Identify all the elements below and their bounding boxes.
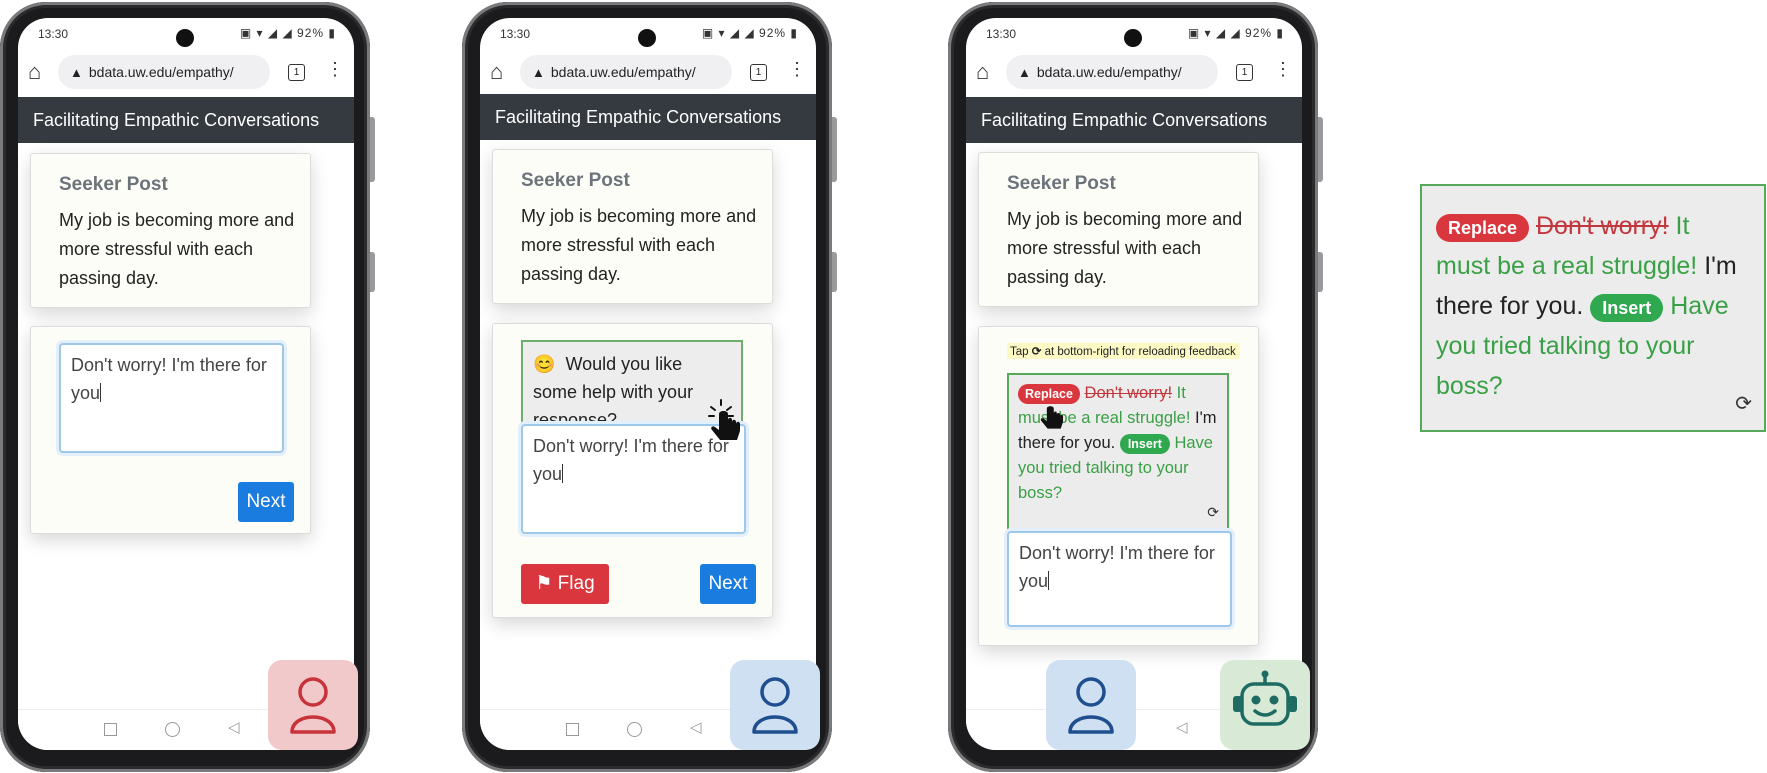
more-menu-icon[interactable]: ⋮ bbox=[1274, 59, 1292, 80]
phone-1-screen: 13:30 ▣ ▾ ◢ ◢ 92% ▮ ⌂ ▲ bdata.uw.edu/empa… bbox=[18, 18, 354, 750]
browser-url-bar: ⌂ ▲ bdata.uw.edu/empathy/ 1 ⋮ bbox=[966, 51, 1302, 95]
status-icons: ▣ ▾ ◢ ◢ 92% ▮ bbox=[701, 26, 798, 40]
status-bar: 13:30 ▣ ▾ ◢ ◢ 92% ▮ bbox=[966, 18, 1302, 52]
battery-level: 92% bbox=[1245, 26, 1273, 40]
phone-3-screen: 13:30 ▣ ▾ ◢ ◢ 92% ▮ ⌂ ▲ bdata.uw.edu/empa… bbox=[966, 18, 1302, 750]
reload-icon: ⟳ bbox=[1031, 346, 1042, 358]
phone-2: 13:30 ▣ ▾ ◢ ◢ 92% ▮ ⌂ ▲ bdata.uw.edu/empa… bbox=[462, 2, 837, 772]
address-field[interactable]: ▲ bdata.uw.edu/empathy/ bbox=[1006, 55, 1218, 89]
response-card: Don't worry! I'm there for you Next bbox=[30, 326, 311, 534]
seeker-post-card: Seeker Post My job is becoming more and … bbox=[492, 149, 773, 304]
seeker-post-card: Seeker Post My job is becoming more and … bbox=[978, 152, 1259, 307]
browser-url-bar: ⌂ ▲ bdata.uw.edu/empathy/ 1 ⋮ bbox=[480, 51, 816, 95]
phone-2-screen: 13:30 ▣ ▾ ◢ ◢ 92% ▮ ⌂ ▲ bdata.uw.edu/empa… bbox=[480, 18, 816, 750]
tab-count-button[interactable]: 1 bbox=[288, 64, 305, 81]
battery-level: 92% bbox=[297, 26, 325, 40]
person-avatar-blue bbox=[730, 660, 820, 750]
reload-feedback-icon[interactable]: ⟳ bbox=[1207, 500, 1219, 525]
seeker-post-text: My job is becoming more and more stressf… bbox=[521, 206, 757, 284]
more-menu-icon[interactable]: ⋮ bbox=[788, 59, 806, 80]
text-caret bbox=[100, 383, 102, 402]
home-nav-button[interactable] bbox=[165, 722, 180, 737]
app-header: Facilitating Empathic Conversations bbox=[966, 97, 1302, 143]
response-input[interactable]: Don't worry! I'm there for you bbox=[59, 343, 284, 453]
person-avatar-blue bbox=[1046, 660, 1136, 750]
next-button[interactable]: Next bbox=[238, 482, 294, 522]
front-camera bbox=[638, 29, 656, 47]
feedback-zoom-panel: Replace Don't worry! It must be a real s… bbox=[1420, 184, 1766, 432]
insert-button[interactable]: Insert bbox=[1119, 434, 1170, 454]
url-text: bdata.uw.edu/empathy/ bbox=[550, 64, 696, 80]
seeker-post-text: My job is becoming more and more stressf… bbox=[1007, 209, 1243, 287]
address-field[interactable]: ▲ bdata.uw.edu/empathy/ bbox=[58, 55, 270, 89]
flag-label: Flag bbox=[557, 573, 595, 594]
url-text: bdata.uw.edu/empathy/ bbox=[88, 64, 234, 80]
help-prompt-text: Would you like some help with your respo… bbox=[533, 354, 694, 430]
status-bar: 13:30 ▣ ▾ ◢ ◢ 92% ▮ bbox=[480, 18, 816, 52]
app-header: Facilitating Empathic Conversations bbox=[18, 97, 354, 143]
removed-text: Don't worry! bbox=[1536, 212, 1669, 240]
warning-icon: ▲ bbox=[70, 65, 83, 80]
response-card: Tap ⟳ at bottom-right for reloading feed… bbox=[978, 326, 1259, 646]
reload-feedback-icon[interactable]: ⟳ bbox=[1735, 384, 1752, 424]
reload-hint: Tap ⟳ at bottom-right for reloading feed… bbox=[1007, 343, 1239, 359]
url-text: bdata.uw.edu/empathy/ bbox=[1036, 64, 1182, 80]
recents-button[interactable] bbox=[566, 723, 579, 736]
flag-button[interactable]: ⚑ Flag bbox=[521, 564, 609, 604]
address-field[interactable]: ▲ bdata.uw.edu/empathy/ bbox=[520, 55, 732, 89]
smile-emoji-icon: 😊 bbox=[533, 354, 556, 374]
seeker-post-title: Seeker Post bbox=[1007, 173, 1116, 194]
battery-level: 92% bbox=[759, 26, 787, 40]
robot-icon bbox=[1233, 670, 1297, 726]
seeker-post-title: Seeker Post bbox=[59, 174, 168, 195]
phone-1: 13:30 ▣ ▾ ◢ ◢ 92% ▮ ⌂ ▲ bdata.uw.edu/empa… bbox=[0, 2, 375, 772]
removed-text: Don't worry! bbox=[1084, 384, 1173, 402]
response-card: 😊 Would you like some help with your res… bbox=[492, 323, 773, 618]
browser-url-bar: ⌂ ▲ bdata.uw.edu/empathy/ 1 ⋮ bbox=[18, 51, 354, 95]
tab-count-button[interactable]: 1 bbox=[750, 64, 767, 81]
warning-icon: ▲ bbox=[1018, 65, 1031, 80]
robot-avatar bbox=[1220, 660, 1310, 750]
replace-button[interactable]: Replace bbox=[1436, 214, 1530, 242]
home-nav-button[interactable] bbox=[627, 722, 642, 737]
status-bar: 13:30 ▣ ▾ ◢ ◢ 92% ▮ bbox=[18, 18, 354, 52]
tab-count-button[interactable]: 1 bbox=[1236, 64, 1253, 81]
hint-text-start: Tap bbox=[1010, 346, 1029, 358]
phone-3: 13:30 ▣ ▾ ◢ ◢ 92% ▮ ⌂ ▲ bdata.uw.edu/empa… bbox=[948, 2, 1323, 772]
home-icon[interactable]: ⌂ bbox=[976, 59, 989, 85]
tap-hand-icon bbox=[708, 399, 740, 440]
tap-hand-icon bbox=[1040, 406, 1064, 429]
more-menu-icon[interactable]: ⋮ bbox=[326, 59, 344, 80]
response-input[interactable]: Don't worry! I'm there for you bbox=[1007, 531, 1232, 627]
person-icon bbox=[1068, 677, 1114, 734]
status-icons: ▣ ▾ ◢ ◢ 92% ▮ bbox=[239, 26, 336, 40]
warning-icon: ▲ bbox=[532, 65, 545, 80]
front-camera bbox=[176, 29, 194, 47]
app-header: Facilitating Empathic Conversations bbox=[480, 94, 816, 140]
next-button[interactable]: Next bbox=[700, 564, 756, 604]
home-icon[interactable]: ⌂ bbox=[28, 59, 41, 85]
hint-text-end: at bottom-right for reloading feedback bbox=[1044, 346, 1236, 358]
person-icon bbox=[290, 677, 336, 734]
status-time: 13:30 bbox=[986, 27, 1017, 41]
status-time: 13:30 bbox=[500, 27, 531, 41]
status-time: 13:30 bbox=[38, 27, 69, 41]
back-button[interactable]: ◁ bbox=[228, 718, 240, 736]
person-icon bbox=[752, 677, 798, 734]
text-caret bbox=[562, 464, 564, 483]
front-camera bbox=[1124, 29, 1142, 47]
home-icon[interactable]: ⌂ bbox=[490, 59, 503, 85]
back-button[interactable]: ◁ bbox=[1176, 718, 1188, 736]
flag-icon: ⚑ bbox=[535, 573, 553, 594]
insert-button[interactable]: Insert bbox=[1590, 294, 1664, 322]
seeker-post-title: Seeker Post bbox=[521, 170, 630, 191]
text-caret bbox=[1048, 571, 1050, 590]
recents-button[interactable] bbox=[104, 723, 117, 736]
seeker-post-card: Seeker Post My job is becoming more and … bbox=[30, 153, 311, 308]
back-button[interactable]: ◁ bbox=[690, 718, 702, 736]
status-icons: ▣ ▾ ◢ ◢ 92% ▮ bbox=[1187, 26, 1284, 40]
person-avatar-red bbox=[268, 660, 358, 750]
seeker-post-text: My job is becoming more and more stressf… bbox=[59, 210, 295, 288]
